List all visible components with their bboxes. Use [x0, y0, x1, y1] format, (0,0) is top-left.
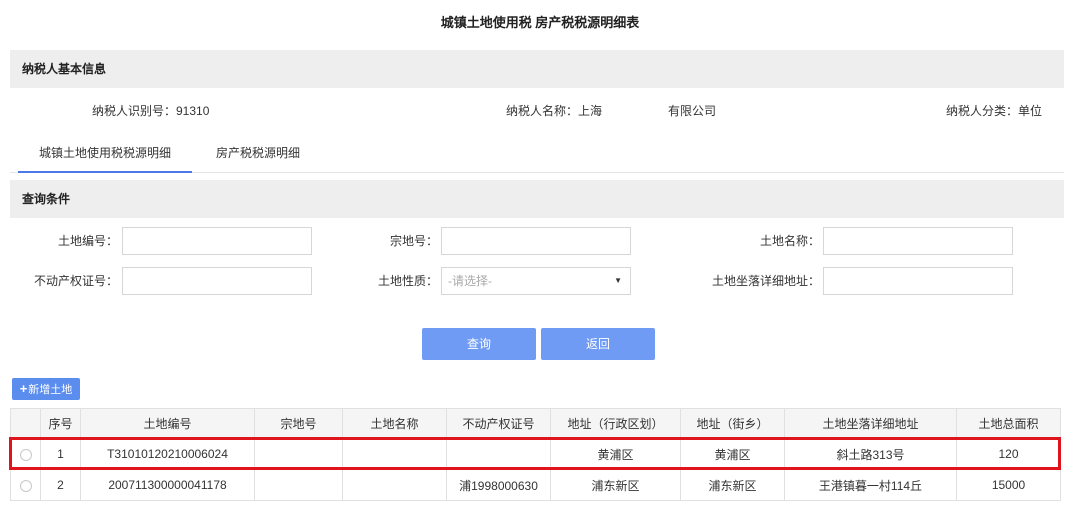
land-nature-placeholder: -请选择-: [448, 274, 492, 288]
row-select-cell[interactable]: [10, 469, 41, 501]
taxpayer-name-suffix: 有限公司: [668, 104, 717, 118]
parcel-no-input[interactable]: [441, 227, 631, 255]
query-button[interactable]: 查询: [422, 328, 536, 360]
address-cell: 王港镇暮一村114丘: [784, 469, 957, 501]
tab-land-use-tax[interactable]: 城镇土地使用税税源明细: [18, 133, 192, 173]
taxpayer-info-heading: 纳税人基本信息: [10, 50, 1064, 88]
table-row[interactable]: 1 T31010120210006024 黄浦区 黄浦区 斜土路313号 120: [10, 438, 1061, 470]
seq-cell: 1: [40, 438, 81, 470]
header-district: 地址（行政区划）: [550, 408, 681, 439]
row-radio[interactable]: [19, 448, 32, 461]
taxpayer-name: 纳税人名称：上海: [506, 104, 603, 118]
land-no-label: 土地编号：: [57, 234, 118, 248]
taxpayer-category: 纳税人分类：单位: [946, 104, 1043, 118]
land-source-table: 序号 土地编号 宗地号 土地名称 不动产权证号 地址（行政区划） 地址（街乡） …: [10, 408, 1061, 501]
header-land-no: 土地编号: [80, 408, 255, 439]
row-select-cell[interactable]: [10, 438, 41, 470]
land-name-input[interactable]: [823, 227, 1013, 255]
taxpayer-id: 纳税人识别号：91310: [92, 104, 210, 118]
header-area: 土地总面积: [956, 408, 1061, 439]
header-cert-no: 不动产权证号: [446, 408, 551, 439]
taxpayer-info-row: 纳税人识别号：91310 纳税人名称：上海 有限公司 纳税人分类：单位: [0, 102, 1080, 118]
parcel-no-label: 宗地号：: [389, 234, 438, 248]
header-address: 土地坐落详细地址: [784, 408, 957, 439]
land-address-input[interactable]: [823, 267, 1013, 295]
land-name-cell: [342, 469, 447, 501]
add-land-button[interactable]: +新增土地: [12, 378, 80, 400]
land-address-label: 土地坐落详细地址：: [711, 274, 820, 288]
land-no-input[interactable]: [122, 227, 312, 255]
header-select: [10, 408, 41, 439]
cert-no-cell: [446, 438, 551, 470]
query-conditions-heading: 查询条件: [10, 180, 1064, 218]
street-cell: 黄浦区: [680, 438, 785, 470]
land-nature-label: 土地性质：: [377, 274, 438, 288]
seq-cell: 2: [40, 469, 81, 501]
land-no-cell: 200711300000041178: [80, 469, 255, 501]
tab-property-tax[interactable]: 房产税税源明细: [200, 133, 316, 173]
dropdown-arrow-icon: ▼: [614, 276, 622, 285]
header-seq: 序号: [40, 408, 81, 439]
land-name-cell: [342, 438, 447, 470]
cert-no-cell: 浦1998000630: [446, 469, 551, 501]
table-header-row: 序号 土地编号 宗地号 土地名称 不动产权证号 地址（行政区划） 地址（街乡） …: [10, 408, 1061, 439]
header-land-name: 土地名称: [342, 408, 447, 439]
land-no-cell: T31010120210006024: [80, 438, 255, 470]
parcel-no-cell: [254, 469, 343, 501]
property-cert-input[interactable]: [122, 267, 312, 295]
land-name-label: 土地名称：: [759, 234, 820, 248]
address-cell: 斜土路313号: [784, 438, 957, 470]
back-button[interactable]: 返回: [541, 328, 655, 360]
plus-icon: +: [19, 381, 28, 396]
area-cell: 120: [956, 438, 1061, 470]
land-nature-select[interactable]: -请选择- ▼: [441, 267, 631, 295]
parcel-no-cell: [254, 438, 343, 470]
page-title: 城镇土地使用税 房产税税源明细表: [440, 15, 640, 30]
add-land-label: 新增土地: [28, 384, 73, 396]
header-street: 地址（街乡）: [680, 408, 785, 439]
property-cert-label: 不动产权证号：: [33, 274, 118, 288]
street-cell: 浦东新区: [680, 469, 785, 501]
row-radio[interactable]: [19, 479, 32, 492]
district-cell: 浦东新区: [550, 469, 681, 501]
table-row[interactable]: 2 200711300000041178 浦1998000630 浦东新区 浦东…: [10, 469, 1061, 501]
header-parcel-no: 宗地号: [254, 408, 343, 439]
tab-bar: 城镇土地使用税税源明细 房产税税源明细: [10, 133, 1064, 173]
district-cell: 黄浦区: [550, 438, 681, 470]
area-cell: 15000: [956, 469, 1061, 501]
